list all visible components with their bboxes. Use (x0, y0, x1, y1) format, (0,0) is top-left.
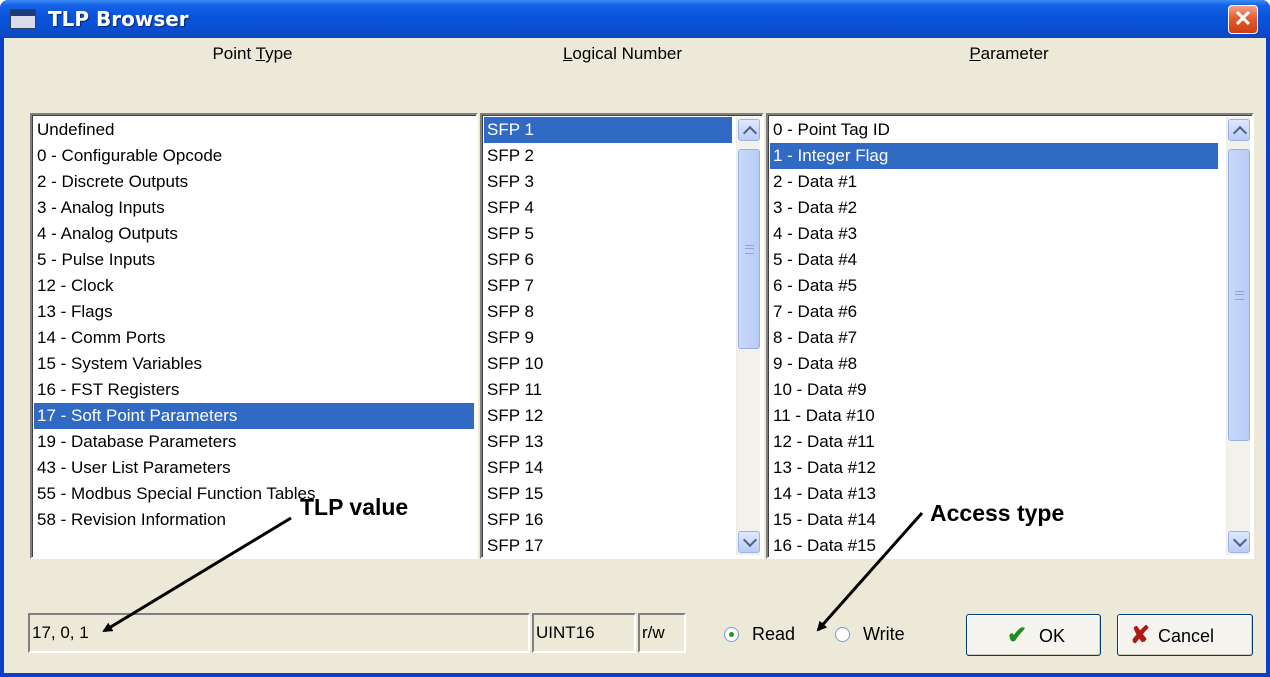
logical-number-list-item[interactable]: SFP 2 (484, 143, 534, 169)
read-radio[interactable] (724, 627, 739, 642)
cancel-x-icon: ✘ (1130, 622, 1151, 649)
parameter-list-item[interactable]: 8 - Data #7 (770, 325, 857, 351)
parameter-header: Parameter (969, 44, 1049, 63)
point-type-list-item[interactable]: Undefined (34, 117, 115, 143)
parameter-list-item[interactable]: 15 - Data #14 (770, 507, 876, 533)
point-type-list-item[interactable]: 4 - Analog Outputs (34, 221, 178, 247)
window-title: TLP Browser (48, 7, 189, 31)
logical-number-list-item[interactable]: SFP 10 (484, 351, 543, 377)
point-type-list[interactable]: Undefined 0 - Configurable Opcode 2 - Disc… (30, 113, 478, 559)
logical-number-list-item[interactable]: SFP 13 (484, 429, 543, 455)
read-radio-label: Read (752, 624, 796, 644)
write-radio-label: Write (863, 624, 905, 644)
ok-button[interactable]: ✔ OK (966, 614, 1101, 656)
parameter-list[interactable]: 0 - Point Tag ID 1 - Integer Flag 2 - Data… (766, 113, 1254, 559)
logical-number-list-item[interactable]: SFP 17 (484, 533, 543, 557)
logical-number-list-item[interactable]: SFP 6 (484, 247, 534, 273)
ok-label: OK (1039, 626, 1066, 646)
parameter-list-item[interactable]: 12 - Data #11 (770, 429, 875, 455)
parameter-list-item[interactable]: 6 - Data #5 (770, 273, 857, 299)
point-type-list-item[interactable]: 58 - Revision Information (34, 507, 226, 533)
scroll-up-icon[interactable] (1228, 119, 1250, 141)
logical-number-list-item[interactable]: SFP 3 (484, 169, 534, 195)
logical-number-list-item[interactable]: SFP 1 (484, 117, 732, 143)
parameter-list-item[interactable]: 4 - Data #3 (770, 221, 857, 247)
logical-number-list-item[interactable]: SFP 5 (484, 221, 534, 247)
scroll-thumb[interactable] (1228, 149, 1250, 441)
point-type-list-item[interactable]: 12 - Clock (34, 273, 114, 299)
cancel-button[interactable]: ✘ Cancel (1117, 614, 1253, 656)
point-type-list-item[interactable]: 5 - Pulse Inputs (34, 247, 155, 273)
access-type-callout: Access type (930, 500, 1065, 526)
parameter-list-item[interactable]: 11 - Data #10 (770, 403, 875, 429)
point-type-list-item[interactable]: 55 - Modbus Special Function Tables (34, 481, 315, 507)
point-type-list-item[interactable]: 0 - Configurable Opcode (34, 143, 222, 169)
data-type-field: UINT16 (532, 613, 636, 653)
window-icon (10, 9, 36, 29)
parameter-list-item[interactable]: 10 - Data #9 (770, 377, 867, 403)
logical-number-header: Logical Number (562, 44, 683, 63)
logical-number-list-item[interactable]: SFP 16 (484, 507, 543, 533)
logical-number-list-item[interactable]: SFP 7 (484, 273, 534, 299)
point-type-list-item[interactable]: 19 - Database Parameters (34, 429, 236, 455)
logical-number-list-item[interactable]: SFP 15 (484, 481, 543, 507)
close-button[interactable]: ✕ (1228, 5, 1258, 34)
parameter-list-item[interactable]: 16 - Data #15 (770, 533, 876, 557)
logical-number-list[interactable]: SFP 1 SFP 2 SFP 3 SFP 4 SFP 5 SFP 6 SFP 7 SFP 8… (480, 113, 764, 559)
parameter-list-item[interactable]: 0 - Point Tag ID (770, 117, 890, 143)
scroll-down-icon[interactable] (1228, 531, 1250, 553)
logical-number-list-item[interactable]: SFP 8 (484, 299, 534, 325)
tlp-value-callout: TLP value (300, 494, 409, 520)
cancel-label: Cancel (1158, 626, 1215, 646)
scroll-thumb[interactable] (738, 149, 760, 349)
parameter-list-item[interactable]: 14 - Data #13 (770, 481, 876, 507)
point-type-list-item[interactable]: 2 - Discrete Outputs (34, 169, 188, 195)
point-type-list-item[interactable]: 13 - Flags (34, 299, 113, 325)
logical-number-list-item[interactable]: SFP 4 (484, 195, 534, 221)
logical-number-scrollbar[interactable] (736, 117, 760, 555)
point-type-list-item[interactable]: 16 - FST Registers (34, 377, 179, 403)
parameter-list-item[interactable]: 7 - Data #6 (770, 299, 857, 325)
parameter-list-item[interactable]: 13 - Data #12 (770, 455, 876, 481)
point-type-list-item[interactable]: 17 - Soft Point Parameters (34, 403, 474, 429)
point-type-header: Point Type (212, 44, 293, 63)
logical-number-list-item[interactable]: SFP 12 (484, 403, 543, 429)
logical-number-list-item[interactable]: SFP 9 (484, 325, 534, 351)
scroll-up-icon[interactable] (738, 119, 760, 141)
point-type-list-item[interactable]: 3 - Analog Inputs (34, 195, 165, 221)
access-field: r/w (638, 613, 686, 653)
parameter-scrollbar[interactable] (1226, 117, 1250, 555)
check-icon: ✔ (1007, 622, 1028, 649)
point-type-list-item[interactable]: 43 - User List Parameters (34, 455, 231, 481)
write-radio[interactable] (835, 627, 850, 642)
parameter-list-item[interactable]: 1 - Integer Flag (770, 143, 1218, 169)
title-bar[interactable]: TLP Browser ✕ (0, 0, 1270, 38)
point-type-list-item[interactable]: 15 - System Variables (34, 351, 202, 377)
logical-number-list-item[interactable]: SFP 11 (484, 377, 542, 403)
point-type-list-item[interactable]: 14 - Comm Ports (34, 325, 165, 351)
parameter-list-item[interactable]: 2 - Data #1 (770, 169, 857, 195)
parameter-list-item[interactable]: 3 - Data #2 (770, 195, 857, 221)
logical-number-list-item[interactable]: SFP 14 (484, 455, 543, 481)
parameter-list-item[interactable]: 5 - Data #4 (770, 247, 857, 273)
scroll-down-icon[interactable] (738, 531, 760, 553)
parameter-list-item[interactable]: 9 - Data #8 (770, 351, 857, 377)
tlp-value-field: 17, 0, 1 (28, 613, 530, 653)
